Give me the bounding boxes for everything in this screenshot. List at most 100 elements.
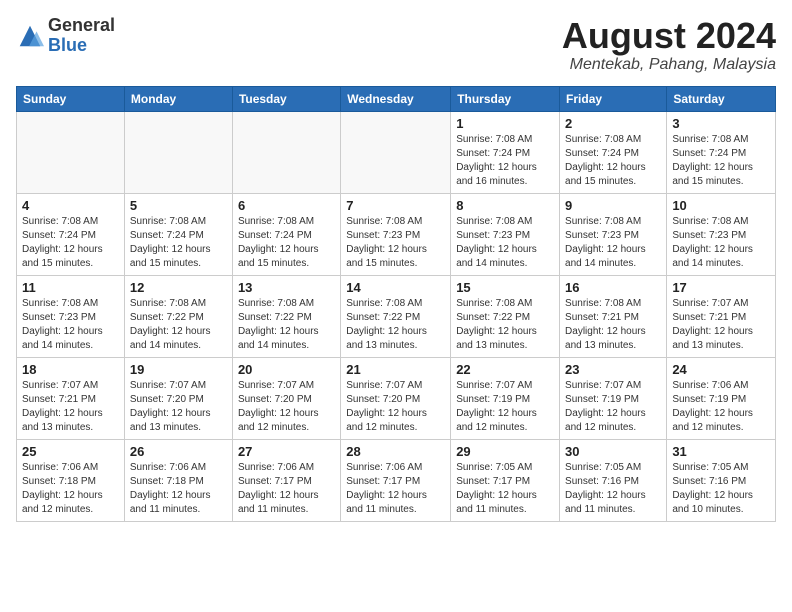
day-info: Sunrise: 7:08 AM Sunset: 7:24 PM Dayligh…: [672, 133, 770, 189]
day-info: Sunrise: 7:08 AM Sunset: 7:22 PM Dayligh…: [238, 297, 335, 353]
calendar-cell: 15 Sunrise: 7:08 AM Sunset: 7:22 PM Dayli…: [451, 275, 560, 357]
day-number: 5: [130, 198, 227, 213]
calendar-table: SundayMondayTuesdayWednesdayThursdayFrid…: [16, 86, 776, 522]
calendar-cell: 7 Sunrise: 7:08 AM Sunset: 7:23 PM Daylig…: [341, 193, 451, 275]
day-number: 4: [22, 198, 119, 213]
calendar-cell: 3Sunrise: 7:08 AM Sunset: 7:24 PM Daylig…: [667, 111, 776, 193]
calendar-cell: 28 Sunrise: 7:06 AM Sunset: 7:17 PM Dayli…: [341, 439, 451, 521]
week-row-4: 18Sunrise: 7:07 AM Sunset: 7:21 PM Dayli…: [17, 357, 776, 439]
day-info: Sunrise: 7:08 AM Sunset: 7:24 PM Dayligh…: [565, 133, 661, 189]
location: Mentekab, Pahang, Malaysia: [562, 56, 776, 74]
logo-general-text: General: [48, 16, 115, 36]
calendar-cell: 11 Sunrise: 7:08 AM Sunset: 7:23 PM Dayli…: [17, 275, 125, 357]
calendar-cell: 31 Sunrise: 7:05 AM Sunset: 7:16 PM Dayli…: [667, 439, 776, 521]
weekday-header-saturday: Saturday: [667, 86, 776, 111]
day-info: Sunrise: 7:07 AM Sunset: 7:21 PM Dayligh…: [672, 297, 770, 353]
calendar-cell: [232, 111, 340, 193]
calendar-cell: 30 Sunrise: 7:05 AM Sunset: 7:16 PM Dayli…: [560, 439, 667, 521]
month-year: August 2024: [562, 16, 776, 56]
calendar-cell: 4 Sunrise: 7:08 AM Sunset: 7:24 PM Daylig…: [17, 193, 125, 275]
day-info: Sunrise: 7:08 AM Sunset: 7:23 PM Dayligh…: [346, 215, 445, 271]
day-number: 30: [565, 444, 661, 459]
calendar-cell: 25 Sunrise: 7:06 AM Sunset: 7:18 PM Dayli…: [17, 439, 125, 521]
day-number: 31: [672, 444, 770, 459]
weekday-header-monday: Monday: [124, 86, 232, 111]
day-info: Sunrise: 7:08 AM Sunset: 7:24 PM Dayligh…: [130, 215, 227, 271]
day-number: 29: [456, 444, 554, 459]
calendar-cell: 22 Sunrise: 7:07 AM Sunset: 7:19 PM Dayli…: [451, 357, 560, 439]
logo-icon: [16, 22, 44, 50]
week-row-3: 11 Sunrise: 7:08 AM Sunset: 7:23 PM Dayli…: [17, 275, 776, 357]
weekday-header-row: SundayMondayTuesdayWednesdayThursdayFrid…: [17, 86, 776, 111]
day-info: Sunrise: 7:08 AM Sunset: 7:23 PM Dayligh…: [565, 215, 661, 271]
weekday-header-friday: Friday: [560, 86, 667, 111]
day-number: 11: [22, 280, 119, 295]
day-number: 25: [22, 444, 119, 459]
logo-blue-text: Blue: [48, 36, 115, 56]
calendar-cell: 23 Sunrise: 7:07 AM Sunset: 7:19 PM Dayli…: [560, 357, 667, 439]
day-number: 16: [565, 280, 661, 295]
day-info: Sunrise: 7:05 AM Sunset: 7:17 PM Dayligh…: [456, 461, 554, 517]
calendar-cell: 9 Sunrise: 7:08 AM Sunset: 7:23 PM Daylig…: [560, 193, 667, 275]
day-number: 7: [346, 198, 445, 213]
day-info: Sunrise: 7:08 AM Sunset: 7:23 PM Dayligh…: [456, 215, 554, 271]
day-info: Sunrise: 7:07 AM Sunset: 7:20 PM Dayligh…: [238, 379, 335, 435]
day-info: Sunrise: 7:07 AM Sunset: 7:20 PM Dayligh…: [130, 379, 227, 435]
day-number: 24: [672, 362, 770, 377]
calendar-cell: 8 Sunrise: 7:08 AM Sunset: 7:23 PM Daylig…: [451, 193, 560, 275]
calendar-cell: 17Sunrise: 7:07 AM Sunset: 7:21 PM Dayli…: [667, 275, 776, 357]
calendar-cell: 13 Sunrise: 7:08 AM Sunset: 7:22 PM Dayli…: [232, 275, 340, 357]
week-row-5: 25 Sunrise: 7:06 AM Sunset: 7:18 PM Dayli…: [17, 439, 776, 521]
calendar-cell: [341, 111, 451, 193]
calendar-cell: 10Sunrise: 7:08 AM Sunset: 7:23 PM Dayli…: [667, 193, 776, 275]
calendar-cell: [17, 111, 125, 193]
calendar-cell: 20Sunrise: 7:07 AM Sunset: 7:20 PM Dayli…: [232, 357, 340, 439]
day-number: 1: [456, 116, 554, 131]
calendar-cell: 18Sunrise: 7:07 AM Sunset: 7:21 PM Dayli…: [17, 357, 125, 439]
weekday-header-wednesday: Wednesday: [341, 86, 451, 111]
day-number: 23: [565, 362, 661, 377]
weekday-header-thursday: Thursday: [451, 86, 560, 111]
day-number: 22: [456, 362, 554, 377]
calendar-cell: 26 Sunrise: 7:06 AM Sunset: 7:18 PM Dayli…: [124, 439, 232, 521]
day-info: Sunrise: 7:08 AM Sunset: 7:24 PM Dayligh…: [238, 215, 335, 271]
day-number: 13: [238, 280, 335, 295]
day-info: Sunrise: 7:05 AM Sunset: 7:16 PM Dayligh…: [672, 461, 770, 517]
day-info: Sunrise: 7:05 AM Sunset: 7:16 PM Dayligh…: [565, 461, 661, 517]
week-row-2: 4 Sunrise: 7:08 AM Sunset: 7:24 PM Daylig…: [17, 193, 776, 275]
day-info: Sunrise: 7:06 AM Sunset: 7:18 PM Dayligh…: [22, 461, 119, 517]
day-number: 26: [130, 444, 227, 459]
day-number: 27: [238, 444, 335, 459]
calendar-cell: [124, 111, 232, 193]
day-info: Sunrise: 7:07 AM Sunset: 7:19 PM Dayligh…: [456, 379, 554, 435]
calendar-cell: 5 Sunrise: 7:08 AM Sunset: 7:24 PM Daylig…: [124, 193, 232, 275]
day-number: 9: [565, 198, 661, 213]
day-info: Sunrise: 7:08 AM Sunset: 7:22 PM Dayligh…: [456, 297, 554, 353]
day-number: 8: [456, 198, 554, 213]
weekday-header-sunday: Sunday: [17, 86, 125, 111]
day-info: Sunrise: 7:08 AM Sunset: 7:23 PM Dayligh…: [22, 297, 119, 353]
day-number: 19: [130, 362, 227, 377]
day-info: Sunrise: 7:06 AM Sunset: 7:17 PM Dayligh…: [346, 461, 445, 517]
calendar-cell: 29 Sunrise: 7:05 AM Sunset: 7:17 PM Dayli…: [451, 439, 560, 521]
day-info: Sunrise: 7:08 AM Sunset: 7:24 PM Dayligh…: [456, 133, 554, 189]
day-info: Sunrise: 7:06 AM Sunset: 7:17 PM Dayligh…: [238, 461, 335, 517]
day-number: 2: [565, 116, 661, 131]
day-number: 15: [456, 280, 554, 295]
day-info: Sunrise: 7:08 AM Sunset: 7:24 PM Dayligh…: [22, 215, 119, 271]
day-number: 28: [346, 444, 445, 459]
logo: General Blue: [16, 16, 115, 56]
day-info: Sunrise: 7:08 AM Sunset: 7:23 PM Dayligh…: [672, 215, 770, 271]
calendar-cell: 14 Sunrise: 7:08 AM Sunset: 7:22 PM Dayli…: [341, 275, 451, 357]
calendar-cell: 16Sunrise: 7:08 AM Sunset: 7:21 PM Dayli…: [560, 275, 667, 357]
page-header: General Blue August 2024 Mentekab, Pahan…: [16, 16, 776, 74]
calendar-cell: 2 Sunrise: 7:08 AM Sunset: 7:24 PM Daylig…: [560, 111, 667, 193]
day-number: 21: [346, 362, 445, 377]
day-info: Sunrise: 7:06 AM Sunset: 7:18 PM Dayligh…: [130, 461, 227, 517]
day-info: Sunrise: 7:07 AM Sunset: 7:19 PM Dayligh…: [565, 379, 661, 435]
day-info: Sunrise: 7:08 AM Sunset: 7:22 PM Dayligh…: [346, 297, 445, 353]
calendar-cell: 6Sunrise: 7:08 AM Sunset: 7:24 PM Daylig…: [232, 193, 340, 275]
day-number: 14: [346, 280, 445, 295]
week-row-1: 1 Sunrise: 7:08 AM Sunset: 7:24 PM Daylig…: [17, 111, 776, 193]
day-info: Sunrise: 7:07 AM Sunset: 7:21 PM Dayligh…: [22, 379, 119, 435]
